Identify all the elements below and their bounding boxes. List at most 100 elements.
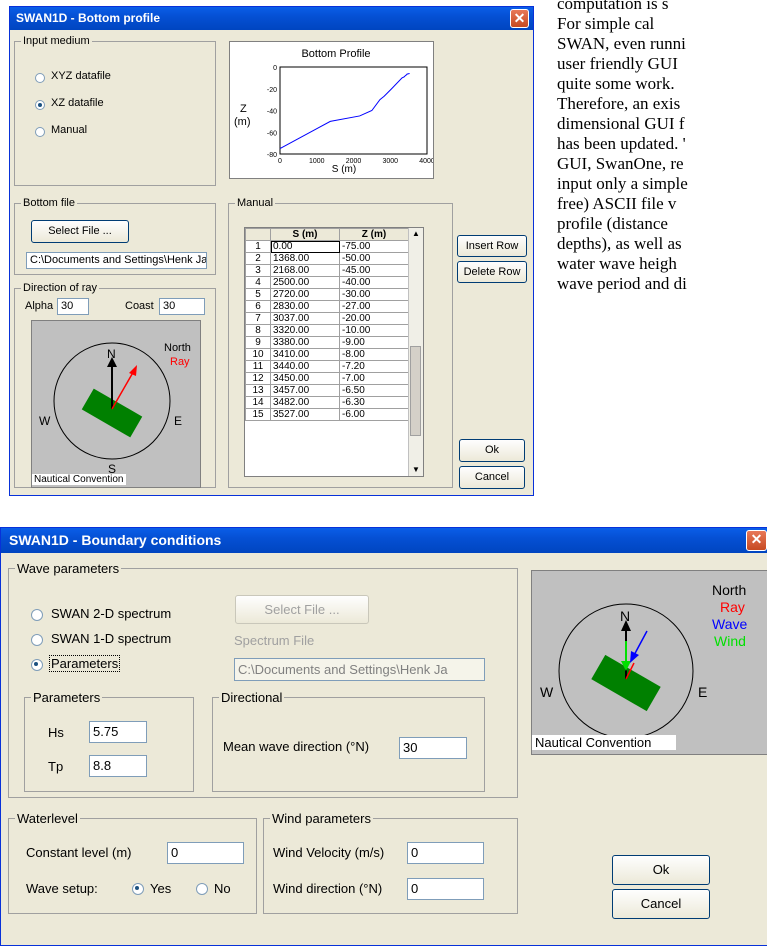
waterlevel-group: Waterlevel Constant level (m) 0 Wave set… xyxy=(8,811,257,914)
cell-s[interactable]: 3380.00 xyxy=(270,336,340,349)
group-label: Waterlevel xyxy=(15,811,80,826)
table-row[interactable]: 12 3450.00 -7.00 xyxy=(245,372,409,385)
bottom-file-path[interactable]: C:\Documents and Settings\Henk Ja xyxy=(26,252,207,269)
table-row[interactable]: 9 3380.00 -9.00 xyxy=(245,336,409,349)
cell-s[interactable]: 3450.00 xyxy=(270,372,340,385)
table-row[interactable]: 11 3440.00 -7.20 xyxy=(245,360,409,373)
cell-z[interactable]: -7.00 xyxy=(339,372,409,385)
parameters-group: Parameters Hs 5.75 Tp 8.8 xyxy=(24,690,194,792)
radio-swan-2d-spectrum[interactable] xyxy=(31,609,43,621)
radio-parameters[interactable] xyxy=(31,659,43,671)
cell-z[interactable]: -27.00 xyxy=(339,300,409,313)
cell-s[interactable]: 0.00 xyxy=(270,240,340,253)
paragraph-line: Therefore, an exis xyxy=(557,94,681,113)
scroll-thumb[interactable] xyxy=(410,346,421,436)
legend-ray: Ray xyxy=(170,356,190,368)
ok-button[interactable]: Ok xyxy=(612,855,710,885)
tp-field[interactable]: 8.8 xyxy=(89,755,147,777)
paragraph-line: computation is s xyxy=(557,0,669,13)
cell-z[interactable]: -10.00 xyxy=(339,324,409,337)
row-number: 1 xyxy=(245,240,271,253)
spectrum-file-path[interactable]: C:\Documents and Settings\Henk Ja xyxy=(234,658,485,681)
wind-parameters-group: Wind parameters Wind Velocity (m/s) 0 Wi… xyxy=(263,811,518,914)
cell-z[interactable]: -50.00 xyxy=(339,252,409,265)
row-number: 14 xyxy=(245,396,271,409)
cancel-button[interactable]: Cancel xyxy=(459,466,525,489)
table-row[interactable]: 14 3482.00 -6.30 xyxy=(245,396,409,409)
cell-z[interactable]: -40.00 xyxy=(339,276,409,289)
table-row[interactable]: 5 2720.00 -30.00 xyxy=(245,288,409,301)
table-row[interactable]: 4 2500.00 -40.00 xyxy=(245,276,409,289)
cell-s[interactable]: 2500.00 xyxy=(270,276,340,289)
wind-velocity-field[interactable]: 0 xyxy=(407,842,484,864)
cell-s[interactable]: 3410.00 xyxy=(270,348,340,361)
cell-s[interactable]: 2168.00 xyxy=(270,264,340,277)
cell-z[interactable]: -30.00 xyxy=(339,288,409,301)
radio-xyz-datafile[interactable] xyxy=(35,73,45,83)
convention-label: Nautical Convention xyxy=(532,735,676,750)
radio-wave-setup-yes[interactable] xyxy=(132,883,144,895)
close-icon[interactable]: ✕ xyxy=(746,530,767,551)
table-row[interactable]: 2 1368.00 -50.00 xyxy=(245,252,409,265)
radio-swan-1d-spectrum[interactable] xyxy=(31,634,43,646)
table-row[interactable]: 8 3320.00 -10.00 xyxy=(245,324,409,337)
ray-arrow xyxy=(111,368,136,410)
cell-s[interactable]: 3037.00 xyxy=(270,312,340,325)
plot-frame xyxy=(279,66,428,155)
scroll-down-icon[interactable]: ▼ xyxy=(409,464,423,476)
cell-s[interactable]: 2720.00 xyxy=(270,288,340,301)
paragraph-line: depths), as well as xyxy=(557,234,682,253)
delete-row-button[interactable]: Delete Row xyxy=(457,261,527,283)
row-number: 5 xyxy=(245,288,271,301)
paragraph-line: water wave heigh xyxy=(557,254,677,273)
alpha-field[interactable]: 30 xyxy=(57,298,89,315)
cell-z[interactable]: -6.00 xyxy=(339,408,409,421)
x-tick-label: 0 xyxy=(278,158,282,165)
select-file-button[interactable]: Select File ... xyxy=(235,595,369,624)
cell-z[interactable]: -45.00 xyxy=(339,264,409,277)
cell-s[interactable]: 2830.00 xyxy=(270,300,340,313)
cell-s[interactable]: 3527.00 xyxy=(270,408,340,421)
cell-z[interactable]: -75.00 xyxy=(339,240,409,253)
row-number: 7 xyxy=(245,312,271,325)
constant-level-field[interactable]: 0 xyxy=(167,842,244,864)
cell-s[interactable]: 3457.00 xyxy=(270,384,340,397)
cell-z[interactable]: -6.30 xyxy=(339,396,409,409)
alpha-label: Alpha xyxy=(25,300,54,312)
radio-manual[interactable] xyxy=(35,127,45,137)
cell-z[interactable]: -20.00 xyxy=(339,312,409,325)
wind-direction-label: Wind direction (°N) xyxy=(273,881,383,896)
cell-z[interactable]: -9.00 xyxy=(339,336,409,349)
table-row[interactable]: 3 2168.00 -45.00 xyxy=(245,264,409,277)
cell-z[interactable]: -7.20 xyxy=(339,360,409,373)
table-row[interactable]: 7 3037.00 -20.00 xyxy=(245,312,409,325)
wind-direction-field[interactable]: 0 xyxy=(407,878,484,900)
table-row[interactable]: 6 2830.00 -27.00 xyxy=(245,300,409,313)
select-file-button[interactable]: Select File ... xyxy=(31,220,129,243)
mean-wave-direction-field[interactable]: 30 xyxy=(399,737,467,759)
cell-s[interactable]: 1368.00 xyxy=(270,252,340,265)
table-row[interactable]: 15 3527.00 -6.00 xyxy=(245,408,409,421)
group-label: Input medium xyxy=(21,35,92,47)
table-row[interactable]: 1 0.00 -75.00 xyxy=(245,240,409,253)
cell-s[interactable]: 3482.00 xyxy=(270,396,340,409)
cell-s[interactable]: 3440.00 xyxy=(270,360,340,373)
title-bar: SWAN1D - Bottom profile ✕ xyxy=(10,7,533,30)
cancel-button[interactable]: Cancel xyxy=(612,889,710,919)
cell-z[interactable]: -6.50 xyxy=(339,384,409,397)
radio-wave-setup-no[interactable] xyxy=(196,883,208,895)
table-row[interactable]: 13 3457.00 -6.50 xyxy=(245,384,409,397)
radio-xz-datafile[interactable] xyxy=(35,100,45,110)
cell-s[interactable]: 3320.00 xyxy=(270,324,340,337)
close-icon[interactable]: ✕ xyxy=(510,9,529,28)
hs-field[interactable]: 5.75 xyxy=(89,721,147,743)
insert-row-button[interactable]: Insert Row xyxy=(457,235,527,257)
y-axis-unit: (m) xyxy=(234,116,251,128)
scroll-up-icon[interactable]: ▲ xyxy=(409,228,423,240)
table-row[interactable]: 10 3410.00 -8.00 xyxy=(245,348,409,361)
cell-z[interactable]: -8.00 xyxy=(339,348,409,361)
ok-button[interactable]: Ok xyxy=(459,439,525,462)
coast-field[interactable]: 30 xyxy=(159,298,205,315)
grid-scrollbar[interactable]: ▲ ▼ xyxy=(408,228,423,476)
data-grid[interactable]: S (m) Z (m) 1 0.00 -75.00 2 1368.00 -50.00 3 21… xyxy=(244,227,424,477)
